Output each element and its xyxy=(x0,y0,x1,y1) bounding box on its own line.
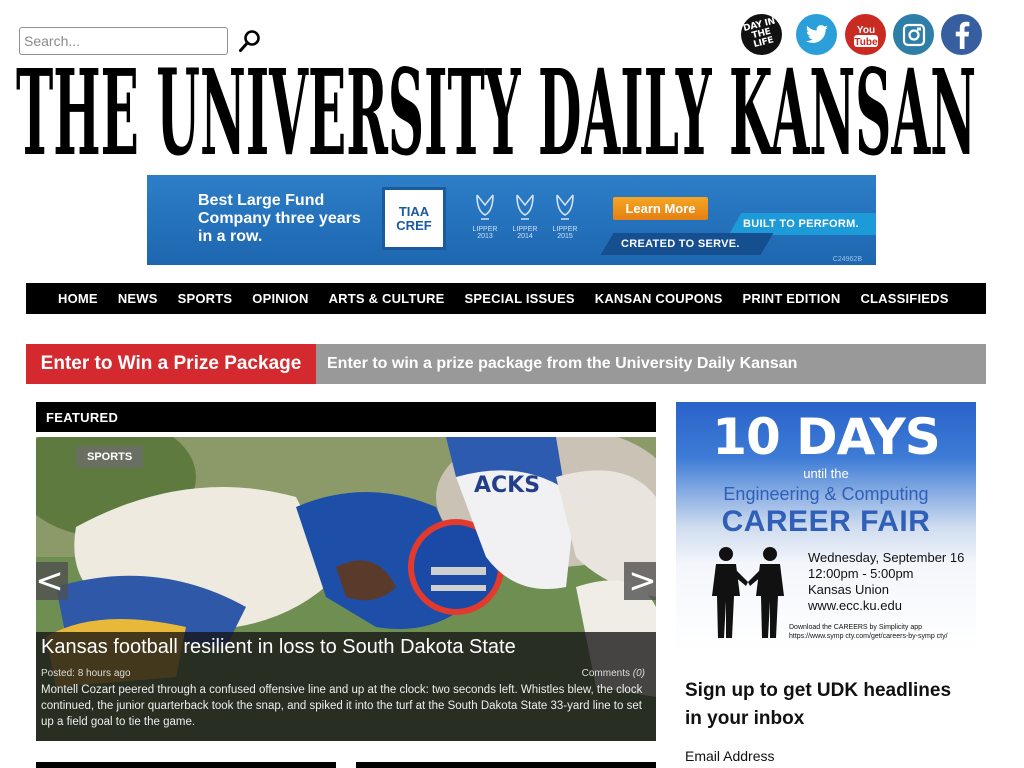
career-fair-date: Wednesday, September 16 xyxy=(808,550,965,565)
section-header-left xyxy=(36,762,336,768)
career-fair-ad[interactable]: 10 DAYS until the Engineering & Computin… xyxy=(676,402,976,652)
career-fair-location: Kansas Union xyxy=(808,582,889,597)
day-in-the-life-icon: DAY IN THE LIFE xyxy=(742,16,777,51)
lipper-award-2013: LIPPER 2013 xyxy=(467,193,503,240)
nav-news[interactable]: NEWS xyxy=(118,291,158,306)
svg-text:You: You xyxy=(856,25,874,36)
nav-home[interactable]: HOME xyxy=(58,291,98,306)
trophy-icon xyxy=(556,194,574,220)
search-icon xyxy=(239,30,260,52)
nav-print-edition[interactable]: PRINT EDITION xyxy=(743,291,841,306)
career-fair-fineprint: Download the CAREERS by Simplicity app h… xyxy=(789,623,948,641)
ad-code: C24962B xyxy=(832,256,862,263)
masthead-logo[interactable]: THE UNIVERSITY DAILY KANSAN xyxy=(15,64,977,160)
featured-caption: Kansas football resilient in loss to Sou… xyxy=(36,632,656,741)
career-fair-url: www.ecc.ku.edu xyxy=(808,598,902,613)
youtube-icon: You Tube xyxy=(853,25,878,48)
fineprint-line-1: Download the CAREERS by Simplicity app xyxy=(789,624,923,631)
career-fair-countdown: 10 DAYS xyxy=(712,408,941,466)
search-button[interactable] xyxy=(237,28,263,54)
promo-label: Enter to Win a Prize Package xyxy=(26,344,316,384)
ad-headline: Best Large Fund Company three years in a… xyxy=(198,192,361,245)
award-year: 2014 xyxy=(517,233,533,240)
nav-kansan-coupons[interactable]: KANSAN COUPONS xyxy=(595,291,723,306)
instagram-link[interactable] xyxy=(893,14,934,55)
svg-text:Tube: Tube xyxy=(854,37,878,48)
section-header-right xyxy=(356,762,656,768)
comments-label: Comments xyxy=(581,668,630,679)
featured-header: FEATURED xyxy=(36,402,656,432)
category-tag[interactable]: SPORTS xyxy=(76,446,144,468)
comments-count: (0) xyxy=(632,668,645,679)
email-label: Email Address xyxy=(685,748,775,764)
career-fair-title: CAREER FAIR xyxy=(721,505,931,538)
fineprint-line-2: https://www.symp cty.com/get/careers-by-… xyxy=(789,633,948,640)
trophy-icon xyxy=(516,194,534,220)
career-fair-until: until the xyxy=(803,466,849,481)
ad-tagline-serve: CREATED TO SERVE. xyxy=(621,238,740,250)
main-nav: HOME NEWS SPORTS OPINION ARTS & CULTURE … xyxy=(26,283,986,314)
career-fair-eng: Engineering & Computing xyxy=(723,484,929,504)
promo-text[interactable]: Enter to win a prize package from the Un… xyxy=(316,344,797,384)
svg-text:ACKS: ACKS xyxy=(474,473,540,498)
nav-arts-culture[interactable]: ARTS & CULTURE xyxy=(329,291,445,306)
search-input[interactable] xyxy=(19,27,228,55)
newsletter-title: Sign up to get UDK headlines in your inb… xyxy=(685,680,952,729)
trophy-icon xyxy=(476,194,494,220)
nav-sports[interactable]: SPORTS xyxy=(178,291,233,306)
twitter-icon xyxy=(805,24,828,43)
masthead-title: THE UNIVERSITY DAILY KANSAN xyxy=(16,64,976,160)
learn-more-button[interactable]: Learn More xyxy=(613,197,708,220)
lipper-award-2014: LIPPER 2014 xyxy=(507,193,543,240)
youtube-link[interactable]: You Tube xyxy=(845,14,886,55)
facebook-link[interactable] xyxy=(941,14,982,55)
ad-tagline-perform: BUILT TO PERFORM. xyxy=(743,218,859,230)
logo-line-2: CREF xyxy=(396,217,432,233)
prize-promo-bar[interactable]: Enter to Win a Prize Package Enter to wi… xyxy=(26,344,986,384)
logo-line-1: TIAA xyxy=(398,203,430,219)
award-label: LIPPER xyxy=(552,226,578,233)
instagram-icon xyxy=(902,23,925,46)
tiaa-cref-ad[interactable]: Best Large Fund Company three years in a… xyxy=(147,175,876,265)
facebook-icon xyxy=(955,21,969,49)
search-area xyxy=(19,27,267,55)
nav-special-issues[interactable]: SPECIAL ISSUES xyxy=(465,291,575,306)
twitter-link[interactable] xyxy=(796,14,837,55)
lipper-award-2015: LIPPER 2015 xyxy=(547,193,583,240)
award-label: LIPPER xyxy=(512,226,538,233)
posted-time: Posted: 8 hours ago xyxy=(41,668,131,679)
featured-excerpt: Montell Cozart peered through a confused… xyxy=(41,684,643,728)
career-fair-time: 12:00pm - 5:00pm xyxy=(808,566,914,581)
day-in-the-life-link[interactable]: DAY IN THE LIFE xyxy=(741,14,782,55)
tiaa-cref-logo: TIAA CREF xyxy=(382,187,446,250)
nav-classifieds[interactable]: CLASSIFIEDS xyxy=(860,291,948,306)
career-fair-details: Wednesday, September 16 12:00pm - 5:00pm… xyxy=(808,550,964,614)
featured-slider[interactable]: ACKS SPORTS < > Kansas football resilien… xyxy=(36,437,656,741)
slider-prev-button[interactable]: < xyxy=(36,562,68,600)
award-year: 2015 xyxy=(557,233,573,240)
comments-link[interactable]: Comments (0) xyxy=(582,668,645,679)
award-year: 2013 xyxy=(477,233,493,240)
handshake-silhouette-icon xyxy=(712,547,784,638)
featured-title-link[interactable]: Kansas football resilient in loss to Sou… xyxy=(41,636,516,659)
award-label: LIPPER xyxy=(472,226,498,233)
slider-next-button[interactable]: > xyxy=(624,562,656,600)
nav-opinion[interactable]: OPINION xyxy=(252,291,308,306)
